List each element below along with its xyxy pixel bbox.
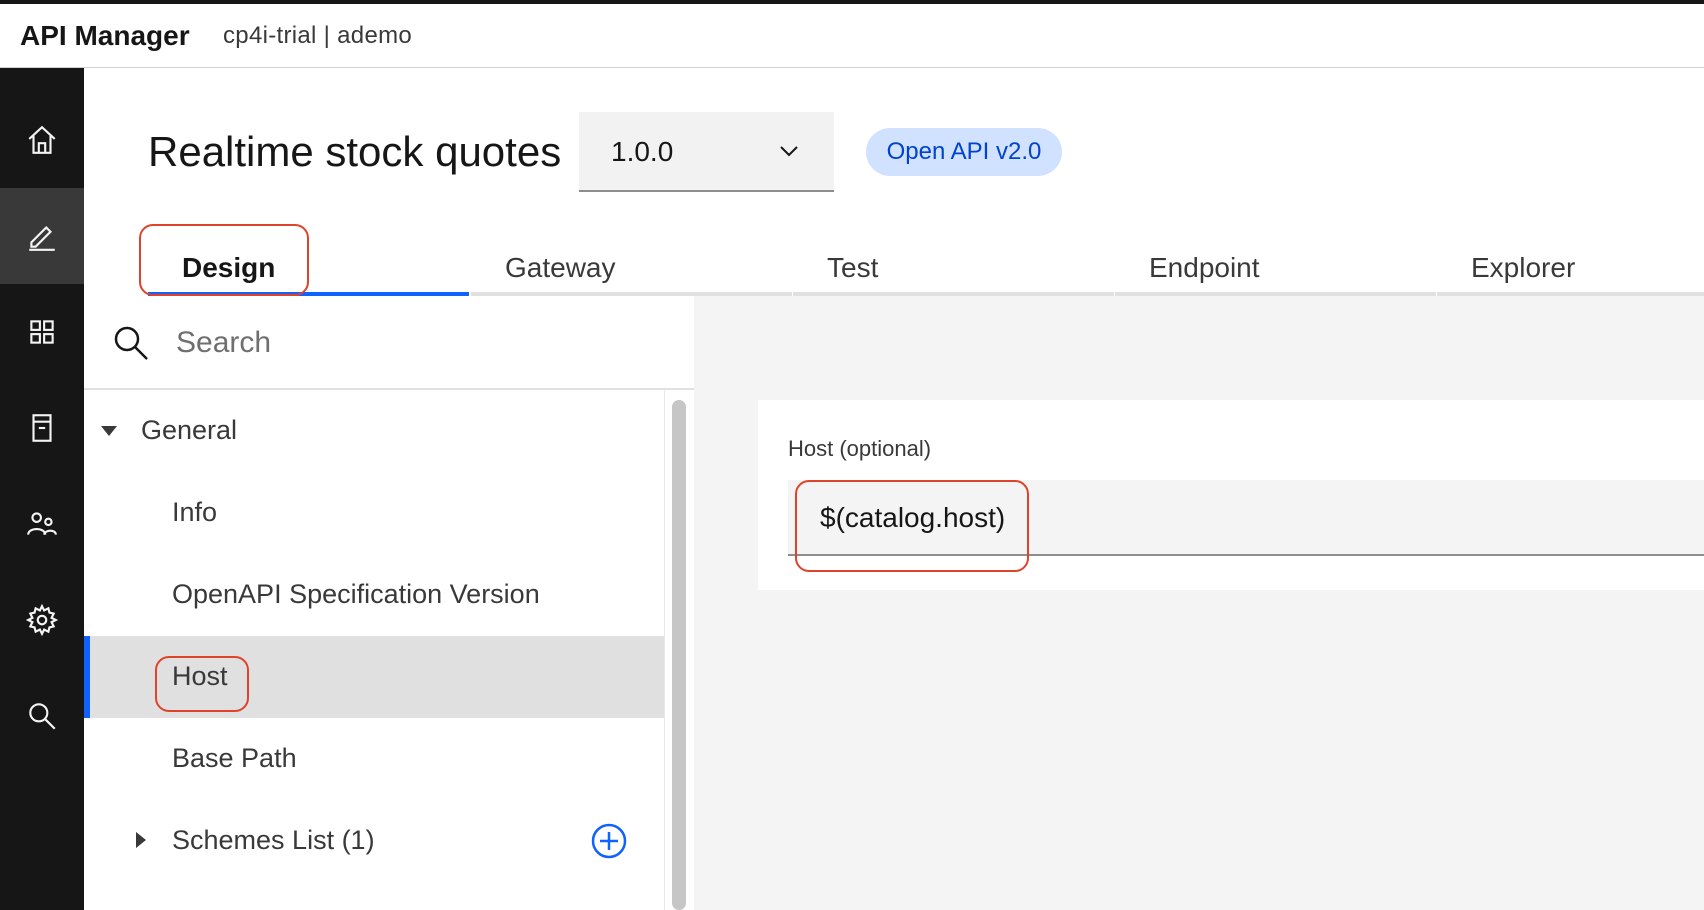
- version-value: 1.0.0: [611, 136, 674, 167]
- tab-design[interactable]: Design: [148, 238, 469, 296]
- rail-settings[interactable]: [0, 572, 84, 668]
- design-nav-panel: General Info OpenAPI Specification Versi…: [84, 296, 694, 910]
- tree-item-schemes-list[interactable]: Schemes List (1): [84, 800, 664, 882]
- nav-search: [84, 296, 694, 390]
- tree-item-label: Base Path: [172, 743, 297, 773]
- tree-item-openapi-version[interactable]: OpenAPI Specification Version: [84, 554, 664, 636]
- search-icon: [29, 703, 56, 730]
- home-icon: [28, 125, 56, 154]
- users-icon: [27, 512, 57, 536]
- tree-item-label: OpenAPI Specification Version: [172, 579, 540, 609]
- tab-bar: Design Gateway Test Endpoint Explorer: [148, 238, 1704, 296]
- caret-right-icon: [136, 832, 146, 848]
- spec-version-tag: Open API v2.0: [866, 128, 1062, 176]
- host-field-label: Host (optional): [788, 436, 932, 461]
- breadcrumb: cp4i-trial | ademo: [223, 22, 413, 49]
- nav-tree: General Info OpenAPI Specification Versi…: [84, 390, 664, 910]
- tab-label: Test: [827, 252, 879, 283]
- tab-label: Gateway: [505, 252, 616, 283]
- tab-explorer[interactable]: Explorer: [1437, 238, 1704, 296]
- gear-icon: [25, 603, 59, 637]
- rail-develop[interactable]: [0, 188, 84, 284]
- tree-item-general[interactable]: General: [84, 390, 664, 472]
- tab-label: Endpoint: [1149, 252, 1260, 283]
- main-area: Realtime stock quotes 1.0.0 Open API v2.…: [84, 68, 1704, 910]
- host-card: Host (optional): [758, 400, 1704, 590]
- edit-icon: [29, 225, 55, 251]
- catalog-icon: [32, 414, 52, 442]
- tab-label: Explorer: [1471, 252, 1576, 283]
- rail-apps[interactable]: [0, 284, 84, 380]
- rail-search[interactable]: [0, 668, 84, 764]
- tree-item-info[interactable]: Info: [84, 472, 664, 554]
- tab-endpoint[interactable]: Endpoint: [1115, 238, 1436, 296]
- top-header: API Manager cp4i-trial | ademo: [0, 0, 1704, 68]
- tree-item-base-path[interactable]: Base Path: [84, 718, 664, 800]
- design-content: Host (optional): [694, 296, 1704, 910]
- add-circle-icon[interactable]: [590, 822, 628, 860]
- tree-item-label: Host: [172, 661, 228, 691]
- caret-down-icon: [101, 426, 117, 436]
- rail-members[interactable]: [0, 476, 84, 572]
- rail-catalog[interactable]: [0, 380, 84, 476]
- host-input[interactable]: [820, 496, 1680, 540]
- tab-gateway[interactable]: Gateway: [471, 238, 792, 296]
- version-select[interactable]: 1.0.0: [579, 112, 834, 192]
- tab-test[interactable]: Test: [793, 238, 1114, 296]
- left-rail: [0, 68, 84, 910]
- page-title: Realtime stock quotes: [148, 128, 562, 175]
- search-icon: [114, 326, 148, 360]
- tree-item-host[interactable]: Host: [84, 636, 664, 718]
- host-field: [788, 480, 1704, 556]
- search-input[interactable]: [176, 320, 656, 366]
- tab-label: Design: [182, 252, 276, 283]
- app-brand[interactable]: API Manager: [20, 20, 190, 52]
- tree-item-label: General: [141, 415, 238, 445]
- rail-home[interactable]: [0, 92, 84, 188]
- chevron-down-icon: [780, 146, 798, 157]
- scrollbar-thumb[interactable]: [672, 400, 686, 910]
- tree-item-label: Schemes List (1): [172, 825, 375, 855]
- tree-item-label: Info: [172, 497, 218, 527]
- apps-grid-icon: [30, 320, 54, 344]
